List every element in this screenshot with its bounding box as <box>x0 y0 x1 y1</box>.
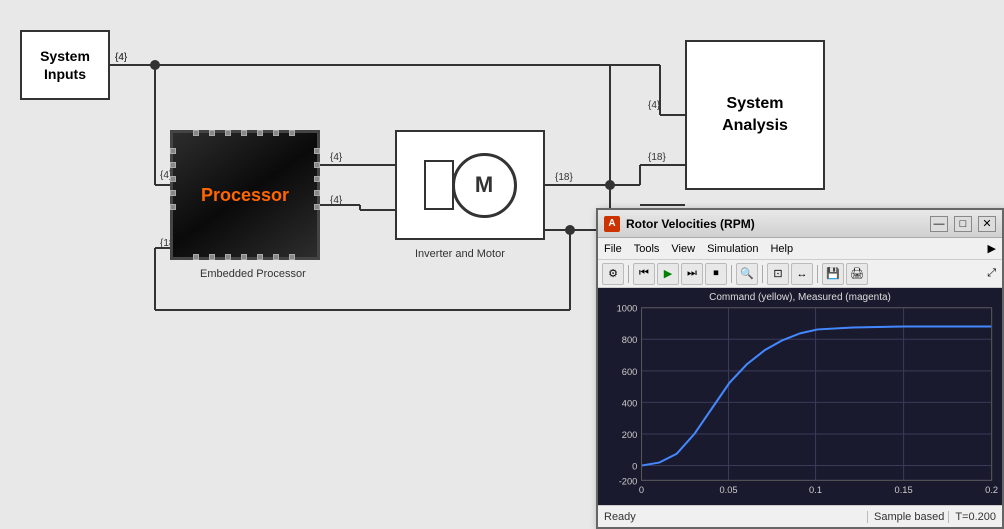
motor-rect <box>424 160 454 210</box>
svg-text:200: 200 <box>622 430 638 440</box>
toolbar-expand-button[interactable]: ⤢ <box>985 265 998 282</box>
toolbar-print-button[interactable]: 🖨 <box>846 263 868 285</box>
svg-text:600: 600 <box>622 367 638 377</box>
wire-label-1b: {4} <box>115 52 127 63</box>
scope-menu-file[interactable]: File <box>604 243 622 255</box>
toolbar-sep-3 <box>762 265 763 283</box>
scope-menu-help[interactable]: Help <box>770 243 793 255</box>
toolbar-fit-button[interactable]: ⊡ <box>767 263 789 285</box>
scope-time: T=0.200 <box>948 511 996 523</box>
system-analysis-label-line2: Analysis <box>722 117 788 134</box>
scope-menu-arrow[interactable]: ▶ <box>988 242 996 255</box>
wire-label-5: {18} <box>555 172 573 183</box>
toolbar-zoom-button[interactable]: 🔍 <box>736 263 758 285</box>
block-inverter-motor: M <box>395 130 545 240</box>
scope-status-text: Ready <box>604 511 863 523</box>
scope-svg: 1000 800 600 400 200 0 -200 0 0.05 0.1 0… <box>598 288 1002 505</box>
scope-close-button[interactable]: ✕ <box>978 216 996 232</box>
block-system-inputs: System Inputs <box>20 30 110 100</box>
toolbar-play-button[interactable]: ▶ <box>657 263 679 285</box>
toolbar-settings-button[interactable]: ⚙ <box>602 263 624 285</box>
svg-text:0.15: 0.15 <box>895 485 913 495</box>
svg-text:-200: -200 <box>619 476 638 486</box>
motor-symbol: M <box>424 153 517 218</box>
system-analysis-label-line1: System <box>727 95 784 112</box>
scope-maximize-button[interactable]: □ <box>954 216 972 232</box>
svg-text:0.05: 0.05 <box>719 485 737 495</box>
svg-text:0.1: 0.1 <box>809 485 822 495</box>
toolbar-sep-1 <box>628 265 629 283</box>
svg-text:1000: 1000 <box>617 304 638 314</box>
scope-menubar: File Tools View Simulation Help ▶ <box>598 238 1002 260</box>
scope-titlebar: A Rotor Velocities (RPM) — □ ✕ <box>598 210 1002 238</box>
svg-text:400: 400 <box>622 399 638 409</box>
scope-sample-based: Sample based <box>867 511 944 523</box>
toolbar-sep-4 <box>817 265 818 283</box>
svg-text:0: 0 <box>632 462 637 472</box>
scope-toolbar: ⚙ ⏮ ▶ ⏭ ⏹ 🔍 ⊡ ↔ 💾 🖨 ⤢ <box>598 260 1002 288</box>
block-processor: Processor <box>170 130 320 260</box>
toolbar-zoom-x-button[interactable]: ↔ <box>791 263 813 285</box>
scope-menu-view[interactable]: View <box>671 243 695 255</box>
svg-text:800: 800 <box>622 335 638 345</box>
simulink-canvas: {4} {4} {4} {4} {4} {18} {4} {18} {18} S… <box>0 0 1004 529</box>
system-inputs-label-line2: Inputs <box>44 66 86 82</box>
processor-sublabel: Embedded Processor <box>200 268 306 280</box>
system-inputs-label-line1: System <box>40 48 90 64</box>
svg-text:0: 0 <box>639 485 644 495</box>
toolbar-rewind-button[interactable]: ⏮ <box>633 263 655 285</box>
wire-label-7: {18} <box>648 152 666 163</box>
scope-plot-area: Command (yellow), Measured (magenta) <box>598 288 1002 505</box>
toolbar-save-button[interactable]: 💾 <box>822 263 844 285</box>
wire-label-6: {4} <box>648 100 660 111</box>
scope-minimize-button[interactable]: — <box>930 216 948 232</box>
wire-label-4: {4} <box>330 195 342 206</box>
svg-text:0.2: 0.2 <box>985 485 998 495</box>
scope-plot-title: Command (yellow), Measured (magenta) <box>598 292 1002 303</box>
scope-title-text: Rotor Velocities (RPM) <box>626 217 924 231</box>
scope-statusbar: Ready Sample based T=0.200 <box>598 505 1002 527</box>
wire-label-3: {4} <box>330 152 342 163</box>
scope-menu-simulation[interactable]: Simulation <box>707 243 758 255</box>
processor-label: Processor <box>201 185 289 206</box>
toolbar-step-button[interactable]: ⏭ <box>681 263 703 285</box>
scope-title-icon: A <box>604 216 620 232</box>
scope-window: A Rotor Velocities (RPM) — □ ✕ File Tool… <box>596 208 1004 529</box>
toolbar-stop-button[interactable]: ⏹ <box>705 263 727 285</box>
scope-menu-tools[interactable]: Tools <box>634 243 660 255</box>
toolbar-sep-2 <box>731 265 732 283</box>
block-system-analysis: System Analysis <box>685 40 825 190</box>
motor-circle: M <box>452 153 517 218</box>
inverter-motor-label: Inverter and Motor <box>415 248 505 260</box>
